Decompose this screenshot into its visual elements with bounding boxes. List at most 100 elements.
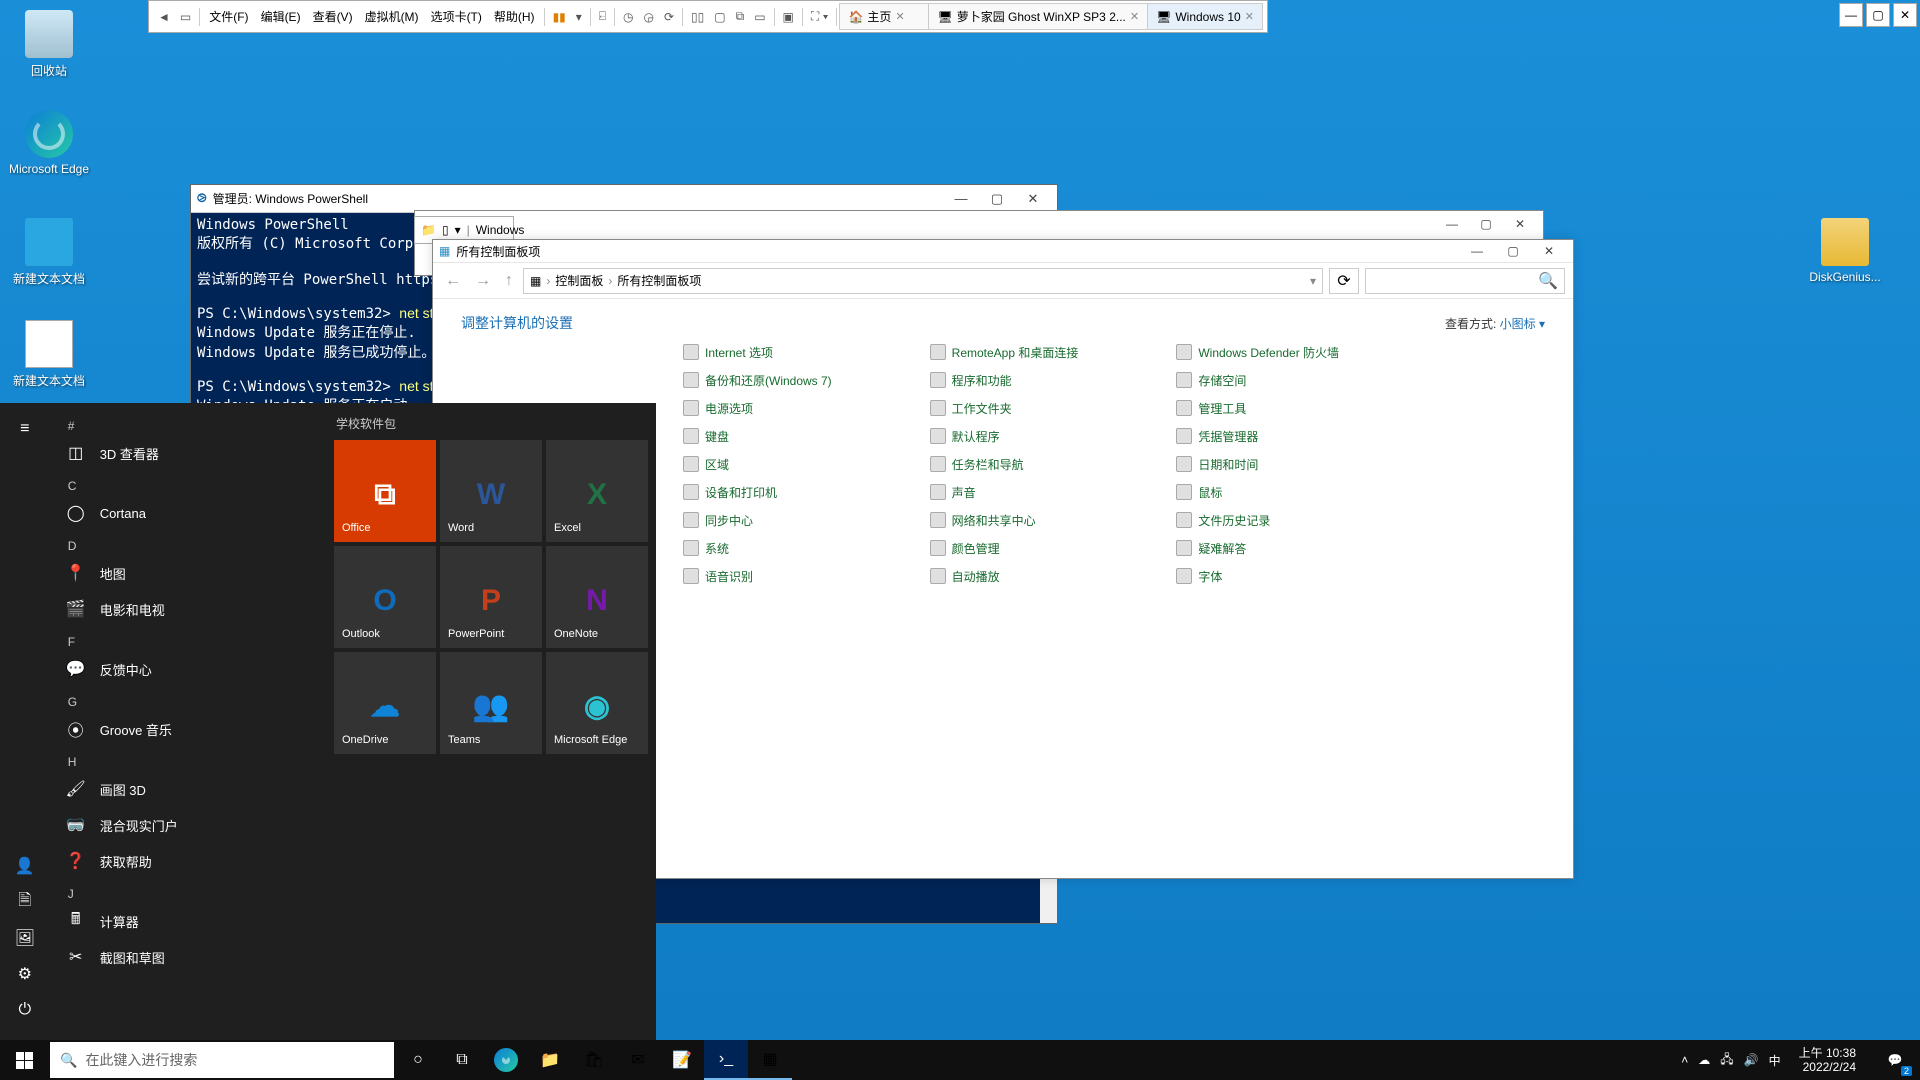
up-icon[interactable]: ↑ <box>501 272 517 290</box>
start-button[interactable] <box>0 1040 48 1080</box>
cp-item[interactable]: 系统 <box>683 537 930 559</box>
cp-item[interactable]: 任务栏和导航 <box>930 453 1177 475</box>
tab-close-icon[interactable]: ✕ <box>895 10 904 23</box>
cp-item[interactable]: Windows Defender 防火墙 <box>1176 341 1423 363</box>
desktop-diskgenius[interactable]: DiskGenius... <box>1800 218 1890 284</box>
start-letter-header[interactable]: # <box>50 411 326 435</box>
start-letter-header[interactable]: D <box>50 531 326 555</box>
start-app-item[interactable]: 📍地图 <box>50 555 326 591</box>
tray-volume-icon[interactable]: 🔊 <box>1744 1053 1759 1067</box>
tray-chevron-icon[interactable]: ˄ <box>1681 1053 1688 1067</box>
close-icon[interactable]: ✕ <box>1015 191 1051 207</box>
menu-file[interactable]: 文件(F) <box>203 6 254 27</box>
cp-item[interactable]: 自动播放 <box>930 565 1177 587</box>
qat-icon[interactable]: ▾ <box>455 223 461 237</box>
close-icon[interactable]: ✕ <box>1893 3 1917 27</box>
start-app-item[interactable]: ◯Cortana <box>50 495 326 531</box>
cp-item[interactable]: 日期和时间 <box>1176 453 1423 475</box>
cp-item[interactable]: 颜色管理 <box>930 537 1177 559</box>
cp-item[interactable]: 存储空间 <box>1176 369 1423 391</box>
desktop-recycle-bin[interactable]: 回收站 <box>4 10 94 79</box>
taskbar-notepad[interactable]: 📝 <box>660 1040 704 1080</box>
maximize-icon[interactable]: ▢ <box>1469 217 1503 231</box>
taskbar-store[interactable]: 🛍 <box>572 1040 616 1080</box>
user-icon[interactable]: 👤 <box>9 850 41 882</box>
tile-onedrive[interactable]: ☁OneDrive <box>334 652 436 754</box>
back-icon[interactable]: ← <box>441 272 465 290</box>
taskbar-clock[interactable]: 上午 10:38 2022/2/24 <box>1791 1046 1864 1075</box>
tile-excel[interactable]: XExcel <box>546 440 648 542</box>
cp-item[interactable]: 文件历史记录 <box>1176 509 1423 531</box>
taskbar-powershell[interactable]: ›_ <box>704 1040 748 1080</box>
tab-close-icon[interactable]: ✕ <box>1130 10 1139 23</box>
action-center-button[interactable]: 💬2 <box>1874 1040 1916 1080</box>
tile-office[interactable]: ⧉Office <box>334 440 436 542</box>
cp-item[interactable]: 鼠标 <box>1176 481 1423 503</box>
cp-item[interactable]: 语音识别 <box>683 565 930 587</box>
menu-view[interactable]: 查看(V) <box>307 6 359 27</box>
start-app-item[interactable]: 💬反馈中心 <box>50 651 326 687</box>
taskbar-explorer[interactable]: 📁 <box>528 1040 572 1080</box>
start-letter-header[interactable]: H <box>50 747 326 771</box>
start-app-item[interactable]: ◫3D 查看器 <box>50 435 326 471</box>
vm-tab-home[interactable]: 🏠 主页✕ <box>839 3 929 30</box>
menu-vm[interactable]: 虚拟机(M) <box>359 6 425 27</box>
menu-tabs[interactable]: 选项卡(T) <box>425 6 488 27</box>
tile-edge[interactable]: ◉Microsoft Edge <box>546 652 648 754</box>
maximize-icon[interactable]: ▢ <box>1866 3 1890 27</box>
dropdown-icon[interactable]: ▾ <box>571 8 587 26</box>
cp-item[interactable]: 设备和打印机 <box>683 481 930 503</box>
crumb-item[interactable]: 控制面板 <box>555 272 603 289</box>
tile-word[interactable]: WWord <box>440 440 542 542</box>
chevron-down-icon[interactable]: ▾ <box>1310 274 1316 288</box>
maximize-icon[interactable]: ▢ <box>979 191 1015 207</box>
cp-item[interactable]: 工作文件夹 <box>930 397 1177 419</box>
tile-powerpoint[interactable]: PPowerPoint <box>440 546 542 648</box>
start-app-item[interactable]: 🖌画图 3D <box>50 771 326 807</box>
expand-icon[interactable]: ≡ <box>9 413 41 445</box>
minimize-icon[interactable]: — <box>1459 244 1495 258</box>
layout1-icon[interactable]: ▯▯ <box>686 8 709 26</box>
taskbar-controlpanel[interactable]: ▦ <box>748 1040 792 1080</box>
start-app-item[interactable]: ⦿Groove 音乐 <box>50 711 326 747</box>
desktop-newtxt1[interactable]: 新建文本文档 <box>4 218 94 287</box>
maximize-icon[interactable]: ▢ <box>1495 244 1531 258</box>
qat-icon[interactable]: ▯ <box>442 223 449 237</box>
layout4-icon[interactable]: ▭ <box>749 8 770 26</box>
start-letter-header[interactable]: G <box>50 687 326 711</box>
desktop-edge[interactable]: Microsoft Edge <box>4 110 94 176</box>
cp-item[interactable]: 默认程序 <box>930 425 1177 447</box>
search-input[interactable]: 🔍 <box>1365 268 1565 294</box>
documents-icon[interactable]: 🗎 <box>9 886 41 918</box>
start-letter-header[interactable]: J <box>50 879 326 903</box>
start-app-item[interactable]: 🥽混合现实门户 <box>50 807 326 843</box>
pictures-icon[interactable]: 🖼 <box>9 922 41 954</box>
cp-item[interactable]: 管理工具 <box>1176 397 1423 419</box>
cp-view-selector[interactable]: 查看方式: 小图标 ▾ <box>1445 315 1545 332</box>
cp-item[interactable]: 疑难解答 <box>1176 537 1423 559</box>
tile-onenote[interactable]: NOneNote <box>546 546 648 648</box>
start-letter-header[interactable]: F <box>50 627 326 651</box>
start-app-list[interactable]: #◫3D 查看器C◯CortanaD📍地图🎬电影和电视F💬反馈中心G⦿Groov… <box>50 403 326 1040</box>
cp-item[interactable]: 备份和还原(Windows 7) <box>683 369 930 391</box>
minimize-icon[interactable]: — <box>943 191 979 207</box>
layout2-icon[interactable]: ▢ <box>709 8 730 26</box>
task-view-button[interactable]: ⧉ <box>440 1040 484 1080</box>
powershell-titlebar[interactable]: ⧁ 管理员: Windows PowerShell —▢✕ <box>191 185 1057 213</box>
start-app-item[interactable]: 🖩计算器 <box>50 903 326 939</box>
desktop-newtxt2[interactable]: 新建文本文档 <box>4 320 94 389</box>
console-icon[interactable]: ▣ <box>778 8 799 26</box>
cp-item[interactable]: 字体 <box>1176 565 1423 587</box>
vm-tab-xp[interactable]: 🖥 萝卜家园 Ghost WinXP SP3 2...✕ <box>928 3 1148 30</box>
start-letter-header[interactable]: C <box>50 471 326 495</box>
cp-item[interactable]: 电源选项 <box>683 397 930 419</box>
cp-titlebar[interactable]: ▦ 所有控制面板项 —▢✕ <box>433 240 1573 263</box>
minimize-icon[interactable]: — <box>1839 3 1863 27</box>
snapshot-icon[interactable]: ◷ <box>618 8 638 26</box>
taskbar-search[interactable]: 🔍在此键入进行搜索 <box>50 1042 394 1078</box>
settings-icon[interactable]: ⚙ <box>9 958 41 990</box>
refresh-icon[interactable]: ⟳ <box>1329 268 1359 294</box>
forward-icon[interactable]: → <box>471 272 495 290</box>
send-key-icon[interactable]: ⍇ <box>594 7 611 26</box>
tile-teams[interactable]: 👥Teams <box>440 652 542 754</box>
